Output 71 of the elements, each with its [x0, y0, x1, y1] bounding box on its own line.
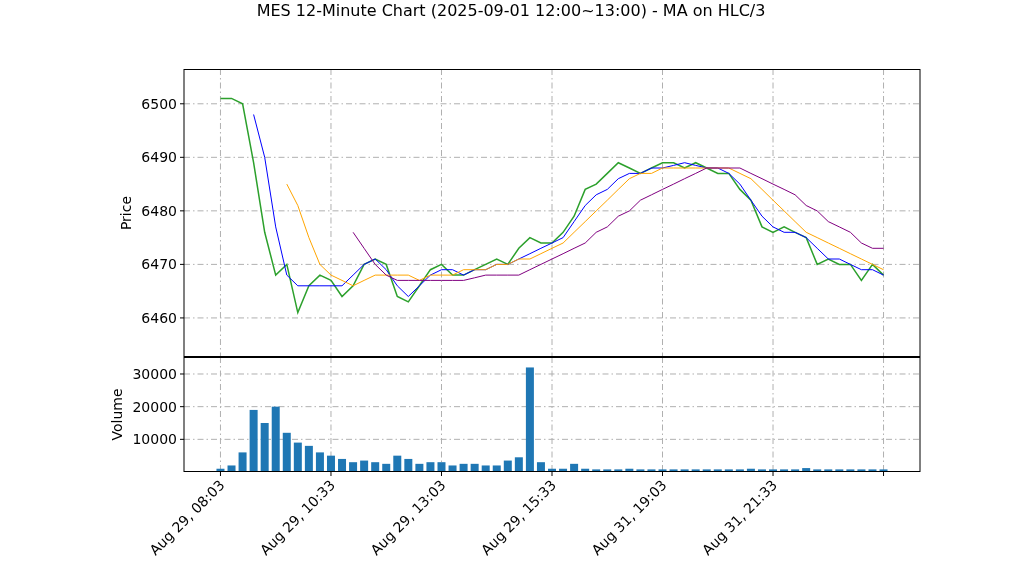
volume-bar [338, 458, 347, 472]
volume-bar [724, 469, 733, 472]
axis-title: Volume [109, 388, 125, 441]
volume-bar [459, 463, 468, 472]
volume-bar [260, 423, 269, 472]
volume-bar [371, 462, 380, 472]
volume-bar [735, 469, 744, 472]
volume-bar [304, 445, 313, 472]
y-tick-label: 30000 [132, 366, 177, 382]
volume-bar [315, 452, 324, 472]
volume-bar [393, 455, 402, 472]
volume-bar [514, 457, 523, 472]
volume-bar [702, 469, 711, 472]
volume-bar [757, 469, 766, 472]
volume-bar [481, 465, 490, 472]
volume-bar [746, 468, 755, 472]
volume-bar [625, 468, 634, 472]
volume-bar [249, 409, 258, 472]
volume-bar [592, 469, 601, 472]
volume-bar [647, 469, 656, 472]
volume-bar [382, 463, 391, 472]
volume-bar [879, 469, 888, 472]
y-tick-label: 6470 [141, 256, 177, 273]
y-tick-label: 20000 [132, 398, 177, 415]
volume-bar [282, 432, 291, 472]
volume-bar [680, 469, 689, 472]
volume-bar [780, 469, 789, 472]
volume-bar [360, 460, 369, 472]
volume-bar [238, 452, 247, 472]
volume-bar [216, 468, 225, 472]
volume-bar [581, 468, 590, 472]
volume-bar [769, 469, 777, 472]
volume-bar [437, 462, 446, 472]
volume-bar [536, 462, 545, 472]
volume-bar [669, 469, 678, 472]
volume-bar [448, 465, 457, 472]
volume-bar [227, 465, 236, 472]
volume-bar [404, 458, 413, 472]
volume-bar [824, 469, 833, 472]
volume-bar [691, 469, 700, 472]
axis-title: Price [118, 195, 134, 231]
volume-bar [293, 442, 302, 472]
volume-bar [835, 469, 844, 472]
y-tick-label: 6460 [141, 309, 177, 326]
volume-bar [559, 468, 568, 472]
volume-bar [791, 469, 800, 472]
volume-bar [548, 468, 556, 472]
volume-bar [426, 462, 435, 472]
volume-bar [470, 463, 479, 472]
volume-bar [327, 455, 335, 472]
volume-bar [713, 469, 722, 472]
volume-bar [846, 469, 855, 472]
volume-bar [614, 469, 623, 472]
y-tick-label: 6480 [141, 202, 177, 219]
volume-bar [570, 463, 579, 472]
volume-bar [349, 462, 358, 472]
volume-bar [868, 469, 877, 472]
volume-bar [492, 465, 501, 472]
volume-bar [802, 468, 811, 472]
volume-bar [658, 469, 667, 472]
y-tick-label: 6490 [141, 149, 177, 166]
y-tick-label: 6500 [141, 95, 177, 112]
volume-bar [503, 460, 512, 472]
volume-bar [271, 406, 280, 472]
volume-bar [636, 469, 645, 472]
chart-title: MES 12-Minute Chart (2025-09-01 12:00~13:00) - MA on HLC/3 [256, 1, 766, 21]
y-tick-label: 10000 [132, 431, 177, 448]
volume-bar [857, 469, 866, 472]
volume-bar [813, 469, 822, 472]
volume-bar [415, 463, 424, 472]
volume-bar [603, 469, 612, 472]
